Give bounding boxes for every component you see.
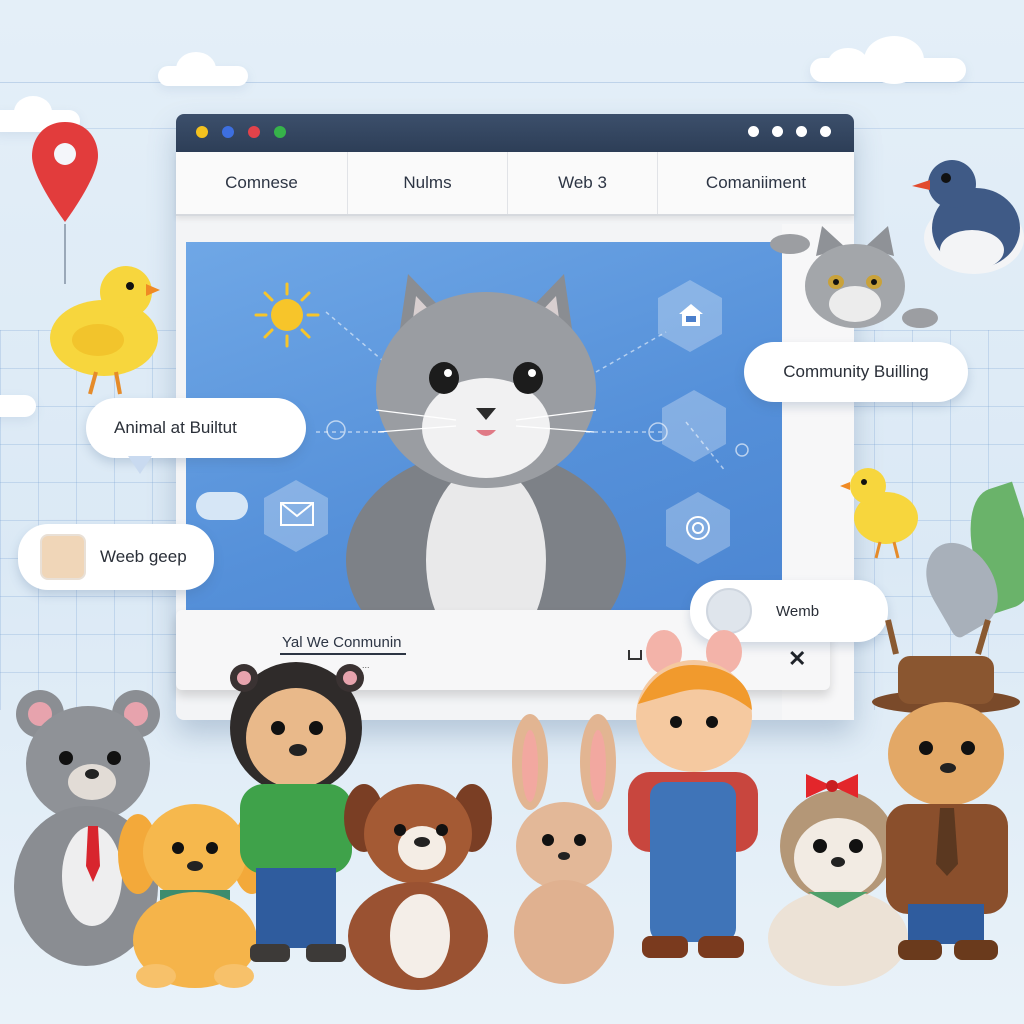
bunny-toy: [500, 712, 626, 988]
tab-web3[interactable]: Web 3: [508, 152, 658, 214]
cloud: [158, 52, 248, 86]
pill-animal-built[interactable]: Animal at Builtut: [86, 398, 306, 458]
nav-bar: Comnese Nulms Web 3 Comaniiment: [176, 152, 854, 216]
house-glyph: [679, 304, 703, 326]
pill-label: Community Builling: [783, 362, 929, 381]
brown-puppy-toy: [338, 776, 498, 992]
avatar: [40, 534, 86, 580]
camera-glyph: [686, 516, 710, 540]
window-dot-red[interactable]: [248, 126, 260, 138]
kitten-illustration: [770, 226, 940, 346]
sun-icon: [252, 280, 322, 355]
menu-dot[interactable]: [796, 126, 807, 137]
overalls-kid-toy: [620, 630, 766, 962]
background-line: [0, 82, 1024, 83]
mail-glyph: [280, 502, 314, 526]
map-pin-icon: [26, 118, 104, 228]
small-duck-illustration: [840, 460, 920, 560]
menu-dot[interactable]: [748, 126, 759, 137]
cloud: [810, 36, 966, 84]
tab-comnese[interactable]: Comnese: [176, 152, 348, 214]
tab-comaniiment[interactable]: Comaniiment: [658, 152, 854, 214]
close-icon[interactable]: ✕: [788, 646, 806, 672]
window-dot-green[interactable]: [274, 126, 286, 138]
cat-illustration: [336, 260, 636, 610]
window-dot-blue[interactable]: [222, 126, 234, 138]
window-dot-yellow[interactable]: [196, 126, 208, 138]
pill-label: Animal at Builtut: [114, 418, 237, 437]
hat-deer-toy: [868, 614, 1024, 970]
cloud: [196, 492, 248, 520]
avatar: [706, 588, 752, 634]
pill-label: Wemb: [776, 602, 820, 620]
menu-dot[interactable]: [772, 126, 783, 137]
tab-nulms[interactable]: Nulms: [348, 152, 508, 214]
pill-tail: [128, 456, 152, 474]
pill-web-geep[interactable]: Weeb geep: [18, 524, 214, 590]
pill-community-building[interactable]: Community Builling: [744, 342, 968, 402]
pill-label: Weeb geep: [100, 547, 187, 566]
cloud: [0, 395, 36, 417]
duck-illustration: [46, 258, 160, 398]
footer-link[interactable]: Yal We Conmunin: [280, 634, 406, 655]
browser-titlebar: [176, 114, 854, 152]
menu-dot[interactable]: [820, 126, 831, 137]
